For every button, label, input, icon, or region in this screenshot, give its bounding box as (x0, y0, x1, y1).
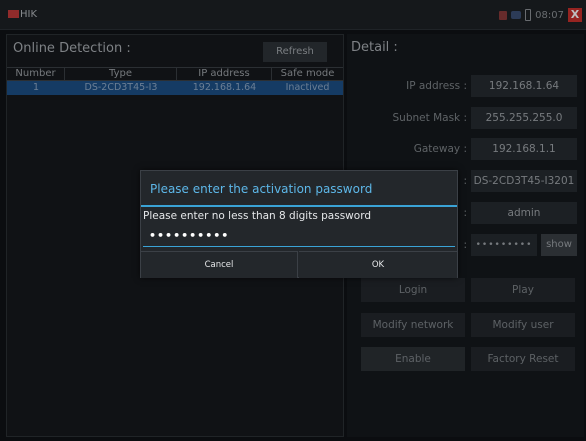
ok-button[interactable]: OK (299, 251, 457, 278)
cancel-button[interactable]: Cancel (141, 251, 298, 278)
activation-dialog: Please enter the activation password Ple… (140, 170, 458, 278)
dialog-title: Please enter the activation password (141, 171, 457, 207)
dialog-message: Please enter no less than 8 digits passw… (143, 210, 371, 222)
activation-password-input[interactable]: •••••••••• (143, 227, 455, 247)
